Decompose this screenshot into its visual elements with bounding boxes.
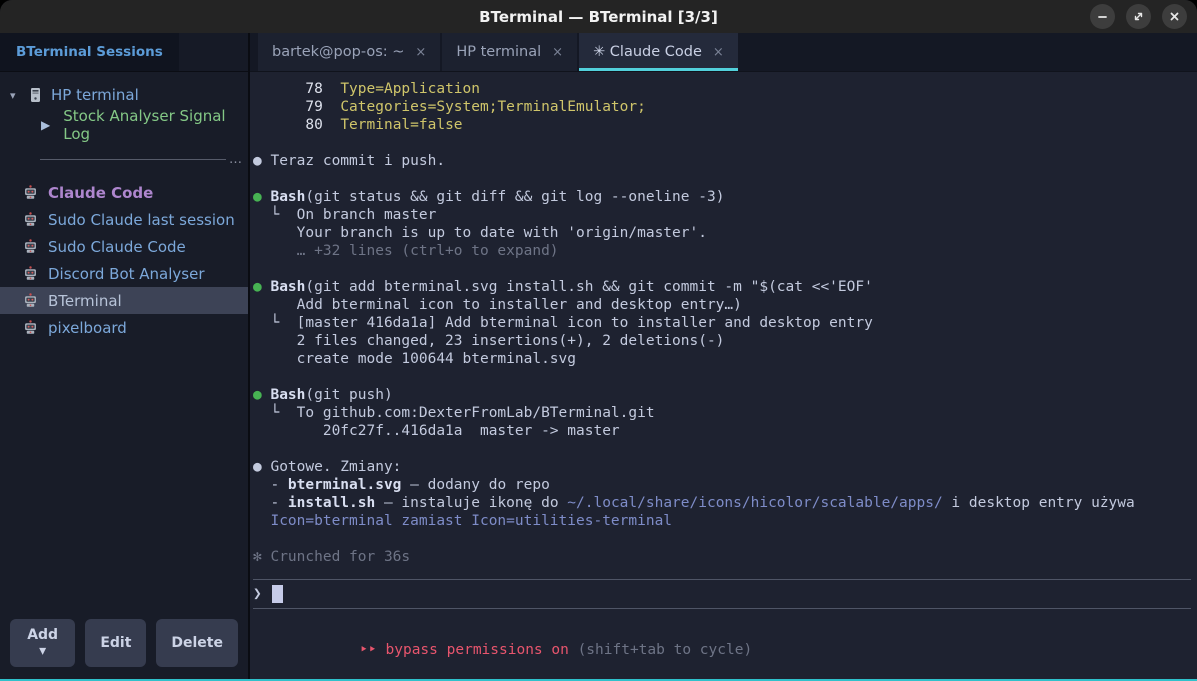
prompt-input[interactable]: ❯ — [253, 579, 1191, 609]
terminal-line: 79 Categories=System;TerminalEmulator; — [253, 98, 1191, 116]
sessions-sidebar: BTerminal Sessions ▾ HP terminal ▶ Stock… — [0, 33, 250, 679]
terminal-line — [253, 260, 1191, 278]
terminal-line: └ To github.com:DexterFromLab/BTerminal.… — [253, 404, 1191, 422]
edit-button[interactable]: Edit — [85, 619, 146, 667]
window-body: BTerminal Sessions ▾ HP terminal ▶ Stock… — [0, 33, 1197, 679]
terminal-output: 78 Type=Application 79 Categories=System… — [253, 80, 1191, 566]
terminal-line: ✻ Crunched for 36s — [253, 548, 1191, 566]
robot-icon — [23, 293, 38, 308]
window-title: BTerminal — BTerminal [3/3] — [479, 8, 718, 26]
terminal-line — [253, 368, 1191, 386]
tab[interactable]: bartek@pop-os: ~ × — [258, 33, 440, 71]
session-item[interactable]: pixelboard — [0, 314, 248, 341]
maximize-icon — [1133, 11, 1144, 22]
session-tree: ▾ HP terminal ▶ Stock Analyser Signal Lo… — [0, 72, 248, 169]
tree-child-label: Stock Analyser Signal Log — [63, 107, 248, 143]
tab[interactable]: ✳ Claude Code × — [579, 33, 738, 71]
tree-item-hp-terminal[interactable]: ▾ HP terminal — [0, 80, 248, 110]
play-icon[interactable]: ▶ — [41, 118, 50, 132]
close-button[interactable] — [1162, 4, 1187, 29]
robot-icon — [23, 185, 38, 200]
terminal-line: ● Bash(git add bterminal.svg install.sh … — [253, 278, 1191, 296]
robot-icon — [23, 212, 38, 227]
sidebar-header: BTerminal Sessions — [0, 33, 248, 72]
delete-button[interactable]: Delete — [156, 619, 238, 667]
terminal-line — [253, 134, 1191, 152]
minimize-icon — [1097, 11, 1108, 22]
permission-mode-label: bypass permissions on — [386, 642, 569, 658]
computer-icon — [29, 87, 42, 103]
session-item[interactable]: BTerminal — [0, 287, 248, 314]
terminal-line: ● Gotowe. Zmiany: — [253, 458, 1191, 476]
tab-close-icon[interactable]: × — [713, 45, 724, 60]
ellipsis-icon: … — [229, 152, 242, 167]
tree-divider: … — [40, 152, 242, 167]
session-item-label: pixelboard — [48, 319, 127, 337]
terminal-line: 78 Type=Application — [253, 80, 1191, 98]
session-item[interactable]: Sudo Claude last session — [0, 206, 248, 233]
minimize-button[interactable] — [1090, 4, 1115, 29]
session-list: Claude Code Sudo Claude last session Sudo … — [0, 179, 248, 613]
terminal-line: └ [master 416da1a] Add bterminal icon to… — [253, 314, 1191, 332]
text-cursor — [272, 585, 283, 603]
tab-bar: bartek@pop-os: ~×HP terminal×✳ Claude Co… — [250, 33, 1197, 72]
terminal-line: 20fc27f..416da1a master -> master — [253, 422, 1191, 440]
robot-icon — [23, 320, 38, 335]
terminal-line: 2 files changed, 23 insertions(+), 2 del… — [253, 332, 1191, 350]
permission-mode-hint: (shift+tab to cycle) — [569, 642, 752, 658]
session-item[interactable]: Sudo Claude Code — [0, 233, 248, 260]
terminal-line: - install.sh — instaluje ikonę do ~/.loc… — [253, 494, 1191, 512]
titlebar[interactable]: BTerminal — BTerminal [3/3] — [0, 0, 1197, 33]
robot-icon — [23, 239, 38, 254]
terminal-line — [253, 530, 1191, 548]
tree-item-stock-analyser-log[interactable]: ▶ Stock Analyser Signal Log — [0, 110, 248, 140]
terminal-line: ● Teraz commit i push. — [253, 152, 1191, 170]
window-controls — [1090, 4, 1187, 29]
status-arrows-icon: ‣‣ — [359, 642, 385, 658]
terminal-line — [253, 170, 1191, 188]
tab-label: bartek@pop-os: ~ — [272, 44, 404, 60]
terminal-spacer — [253, 566, 1191, 579]
terminal-line: - bterminal.svg — dodany do repo — [253, 476, 1191, 494]
add-button[interactable]: Add ▾ — [10, 619, 75, 667]
bterminal-window: BTerminal — BTerminal [3/3] BTerminal Se… — [0, 0, 1197, 681]
session-item-label: Claude Code — [48, 184, 153, 202]
status-bar: ‣‣ bypass permissions on (shift+tab to c… — [253, 609, 1191, 679]
terminal-line: 80 Terminal=false — [253, 116, 1191, 134]
terminal-line: └ On branch master — [253, 206, 1191, 224]
tab-close-icon[interactable]: × — [552, 45, 563, 60]
terminal: 78 Type=Application 79 Categories=System… — [250, 72, 1197, 679]
terminal-line: Your branch is up to date with 'origin/m… — [253, 224, 1191, 242]
terminal-line — [253, 440, 1191, 458]
terminal-line: … +32 lines (ctrl+o to expand) — [253, 242, 1191, 260]
session-item-label: Sudo Claude Code — [48, 238, 186, 256]
sidebar-header-tab[interactable]: BTerminal Sessions — [0, 33, 179, 71]
tab-label: HP terminal — [456, 44, 541, 60]
terminal-line: Icon=bterminal zamiast Icon=utilities-te… — [253, 512, 1191, 530]
terminal-line: create mode 100644 bterminal.svg — [253, 350, 1191, 368]
sidebar-footer: Add ▾EditDelete — [0, 613, 248, 679]
chevron-down-icon[interactable]: ▾ — [10, 89, 20, 102]
main-area: bartek@pop-os: ~×HP terminal×✳ Claude Co… — [250, 33, 1197, 679]
tab-label: ✳ Claude Code — [593, 44, 702, 60]
close-icon — [1169, 11, 1180, 22]
terminal-line: Add bterminal icon to installer and desk… — [253, 296, 1191, 314]
session-item-label: Discord Bot Analyser — [48, 265, 204, 283]
maximize-button[interactable] — [1126, 4, 1151, 29]
tree-item-label: HP terminal — [51, 86, 139, 104]
terminal-line: ● Bash(git status && git diff && git log… — [253, 188, 1191, 206]
session-item[interactable]: Claude Code — [0, 179, 248, 206]
session-item-label: Sudo Claude last session — [48, 211, 235, 229]
session-item-label: BTerminal — [48, 292, 122, 310]
robot-icon — [23, 266, 38, 281]
tab-close-icon[interactable]: × — [415, 45, 426, 60]
terminal-line: ● Bash(git push) — [253, 386, 1191, 404]
divider-line — [40, 159, 226, 160]
session-item[interactable]: Discord Bot Analyser — [0, 260, 248, 287]
tab[interactable]: HP terminal × — [442, 33, 577, 71]
prompt-symbol: ❯ — [253, 585, 270, 603]
